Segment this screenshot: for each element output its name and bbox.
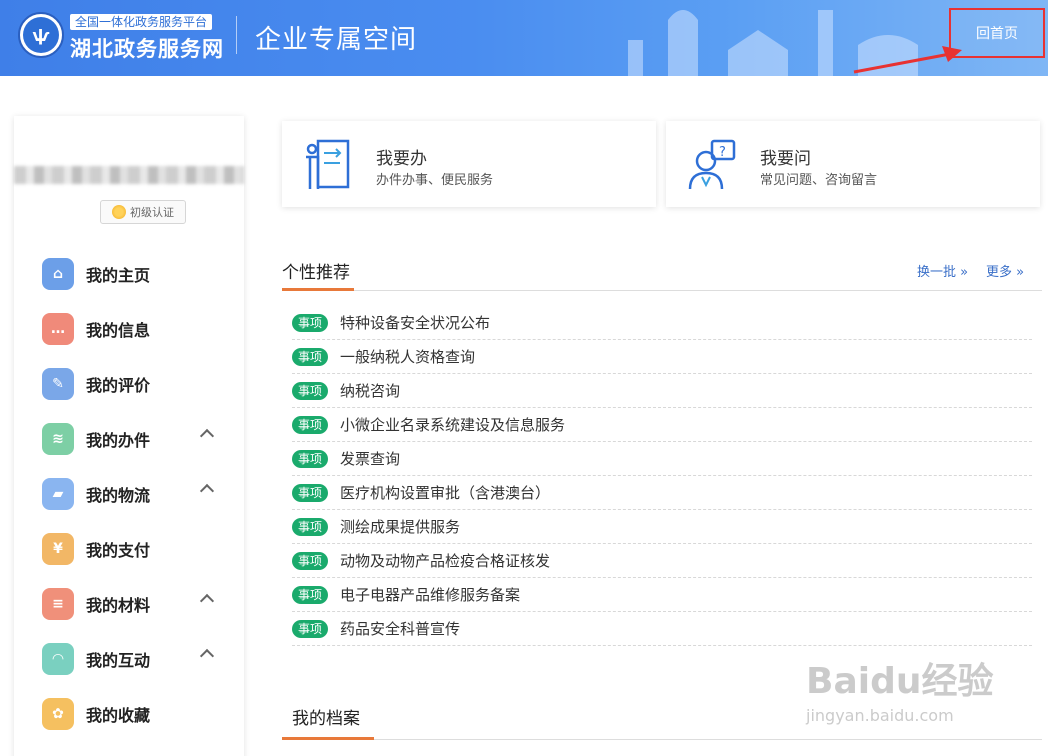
recommend-title-underline: [282, 288, 354, 291]
card-ask-subtitle: 常见问题、咨询留言: [760, 173, 878, 188]
watermark-main: Baidu经验: [806, 661, 994, 702]
item-tag: 事项: [292, 415, 328, 434]
recommend-item[interactable]: 事项 药品安全科普宣传: [292, 612, 1032, 646]
item-tag: 事项: [292, 313, 328, 332]
item-tag: 事项: [292, 551, 328, 570]
chevron-up-icon[interactable]: [199, 593, 215, 609]
sidebar-item-label: 我的材料: [86, 595, 151, 615]
recommend-item-text: 医疗机构设置审批（含港澳台）: [340, 484, 551, 502]
item-tag: 事项: [292, 517, 328, 536]
recommend-item[interactable]: 事项 医疗机构设置审批（含港澳台）: [292, 476, 1032, 510]
recommend-item[interactable]: 事项 动物及动物产品检疫合格证核发: [292, 544, 1032, 578]
sidebar-item-1[interactable]: ⌂ 我的主页: [14, 246, 244, 301]
sidebar-item-label: 我的评价: [86, 375, 151, 395]
certification-label: 初级认证: [130, 206, 174, 219]
card-ask-title: 我要问: [760, 149, 811, 169]
sidebar-item-label: 我的物流: [86, 485, 151, 505]
recommend-item[interactable]: 事项 特种设备安全状况公布: [292, 306, 1032, 340]
consultant-icon: ?: [688, 139, 736, 190]
sidebar-item-8[interactable]: ◠ 我的互动: [14, 631, 244, 686]
recommend-item-text: 电子电器产品维修服务备案: [340, 586, 521, 604]
sidebar-item-9[interactable]: ✿ 我的收藏: [14, 686, 244, 741]
archive-title: 我的档案: [292, 709, 360, 729]
recommend-item-text: 一般纳税人资格查询: [340, 348, 476, 366]
sidebar-menu: ⌂ 我的主页 … 我的信息 ✎ 我的评价 ≋ 我的办件 ▰ 我的物流 ¥ 我的支付 ≡ 我的材料 ◠ 我的互动…: [14, 246, 244, 741]
card-do-subtitle: 办件办事、便民服务: [376, 173, 494, 188]
message-icon: …: [42, 312, 74, 345]
svg-text:?: ?: [719, 145, 726, 160]
recommend-title: 个性推荐: [282, 263, 350, 283]
sidebar-item-label: 我的收藏: [86, 705, 151, 725]
sidebar-item-4[interactable]: ≋ 我的办件: [14, 411, 244, 466]
item-tag: 事项: [292, 449, 328, 468]
i-want-to-do-card[interactable]: 我要办 办件办事、便民服务: [282, 121, 656, 207]
site-logo[interactable]: ѱ: [18, 12, 64, 58]
sidebar-item-3[interactable]: ✎ 我的评价: [14, 356, 244, 411]
sidebar-item-7[interactable]: ≡ 我的材料: [14, 576, 244, 631]
recommend-item[interactable]: 事项 电子电器产品维修服务备案: [292, 578, 1032, 612]
blurred-company-name: [14, 166, 244, 184]
sidebar-item-6[interactable]: ¥ 我的支付: [14, 521, 244, 576]
baidu-jingyan-watermark: Baidu经验 jingyan.baidu.com: [806, 652, 1042, 732]
layers-icon: ≋: [42, 422, 74, 455]
item-tag: 事项: [292, 585, 328, 604]
red-arrow-annotation: [853, 46, 962, 74]
recommend-item-text: 动物及动物产品检疫合格证核发: [340, 552, 551, 570]
home-icon: ⌂: [42, 257, 74, 290]
recommend-item[interactable]: 事项 小微企业名录系统建设及信息服务: [292, 408, 1032, 442]
header-divider: [236, 16, 237, 54]
i-want-to-ask-card[interactable]: ? 我要问 常见问题、咨询留言: [666, 121, 1040, 207]
logo-emblem-icon: ѱ: [23, 17, 59, 53]
sidebar-item-label: 我的办件: [86, 430, 151, 450]
recommend-item[interactable]: 事项 测绘成果提供服务: [292, 510, 1032, 544]
recommend-header: 个性推荐 换一批 » 更多 »: [282, 256, 1042, 291]
page-title: 企业专属空间: [255, 25, 418, 55]
sidebar-item-5[interactable]: ▰ 我的物流: [14, 466, 244, 521]
star-icon: ✿: [42, 697, 74, 730]
item-tag: 事项: [292, 347, 328, 366]
recommend-item-text: 药品安全科普宣传: [340, 620, 461, 638]
medal-icon: [112, 205, 126, 219]
service-desk-icon: [306, 139, 350, 189]
sidebar: 初级认证 ⌂ 我的主页 … 我的信息 ✎ 我的评价 ≋ 我的办件 ▰ 我的物流 ¥ 我的支付 ≡ 我的材料…: [14, 116, 244, 756]
recommend-item[interactable]: 事项 发票查询: [292, 442, 1032, 476]
refresh-batch-link[interactable]: 换一批 »: [917, 261, 968, 280]
truck-icon: ▰: [42, 477, 74, 510]
watermark-url: jingyan.baidu.com: [806, 706, 954, 725]
recommend-item-text: 发票查询: [340, 450, 401, 468]
edit-icon: ✎: [42, 367, 74, 400]
item-tag: 事项: [292, 483, 328, 502]
sidebar-item-label: 我的互动: [86, 650, 151, 670]
sidebar-item-2[interactable]: … 我的信息: [14, 301, 244, 356]
more-link[interactable]: 更多 »: [986, 261, 1024, 280]
item-tag: 事项: [292, 619, 328, 638]
recommend-item-text: 测绘成果提供服务: [340, 518, 461, 536]
sidebar-item-label: 我的信息: [86, 320, 151, 340]
certification-badge[interactable]: 初级认证: [100, 200, 186, 224]
chevron-up-icon[interactable]: [199, 483, 215, 499]
document-icon: ≡: [42, 587, 74, 620]
platform-tag: 全国一体化政务服务平台: [70, 14, 213, 30]
chat-icon: ◠: [42, 642, 74, 675]
yen-icon: ¥: [42, 532, 74, 565]
card-do-title: 我要办: [376, 149, 427, 169]
sidebar-item-label: 我的支付: [86, 540, 151, 560]
chevron-up-icon[interactable]: [199, 428, 215, 444]
site-name[interactable]: 湖北政务服务网: [70, 33, 224, 63]
chevron-up-icon[interactable]: [199, 648, 215, 664]
recommend-list: 事项 特种设备安全状况公布 事项 一般纳税人资格查询 事项 纳税咨询 事项 小微企业名录系统建…: [292, 306, 1032, 646]
recommend-item-text: 特种设备安全状况公布: [340, 314, 491, 332]
archive-title-underline: [282, 737, 374, 740]
recommend-item-text: 纳税咨询: [340, 382, 401, 400]
recommend-item-text: 小微企业名录系统建设及信息服务: [340, 416, 566, 434]
item-tag: 事项: [292, 381, 328, 400]
recommend-item[interactable]: 事项 一般纳税人资格查询: [292, 340, 1032, 374]
recommend-item[interactable]: 事项 纳税咨询: [292, 374, 1032, 408]
sidebar-item-label: 我的主页: [86, 265, 151, 285]
